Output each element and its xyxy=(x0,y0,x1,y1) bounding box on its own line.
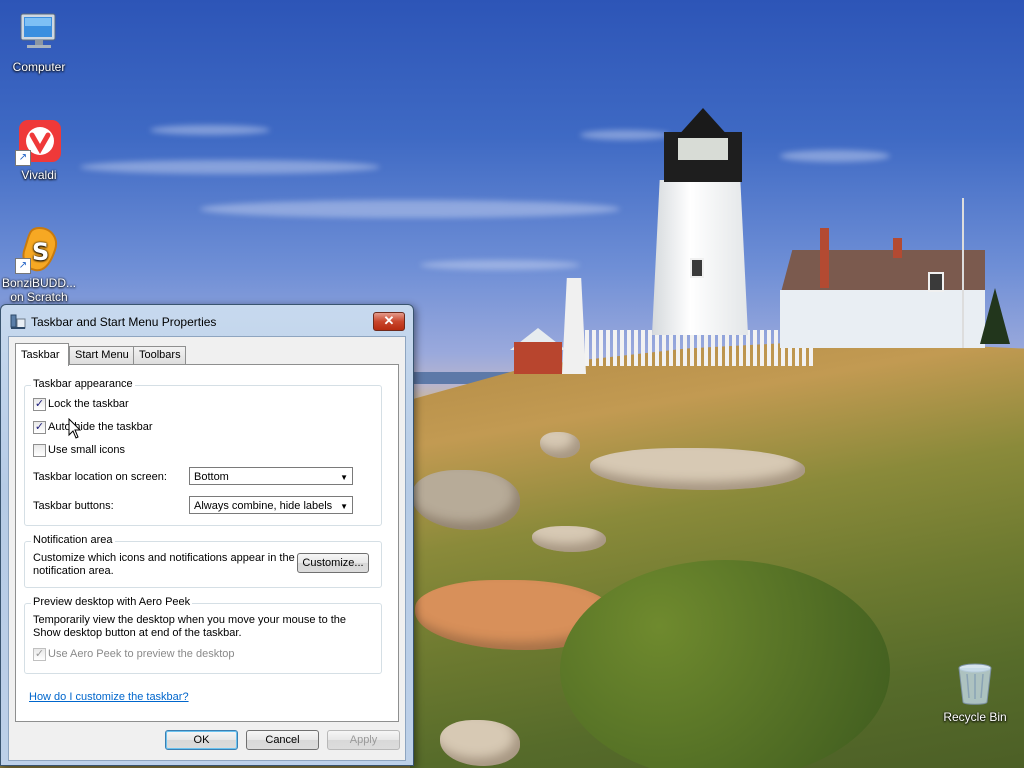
taskbar-properties-icon xyxy=(10,314,26,330)
red-shed xyxy=(514,342,562,374)
close-button[interactable]: ✕ xyxy=(373,312,405,331)
cloud xyxy=(150,125,270,135)
lock-taskbar-label: Lock the taskbar xyxy=(48,398,129,410)
dialog-client-area: Taskbar Start Menu Toolbars Taskbar appe… xyxy=(8,336,406,761)
taskbar-buttons-value: Always combine, hide labels xyxy=(194,500,333,512)
vivaldi-icon: ↗ xyxy=(15,118,63,166)
group-taskbar-appearance: Taskbar appearance ✓ Lock the taskbar ✓ … xyxy=(24,378,382,526)
group-title: Preview desktop with Aero Peek xyxy=(31,596,193,608)
help-link[interactable]: How do I customize the taskbar? xyxy=(29,691,189,703)
apply-button[interactable]: Apply xyxy=(327,730,400,750)
desktop-icon-label: Vivaldi xyxy=(21,168,57,182)
aero-peek-description: Temporarily view the desktop when you mo… xyxy=(33,614,347,626)
cloud xyxy=(200,200,620,218)
shortcut-arrow-icon: ↗ xyxy=(15,258,31,274)
ok-button[interactable]: OK xyxy=(165,730,238,750)
rock xyxy=(540,432,580,458)
cancel-button[interactable]: Cancel xyxy=(246,730,319,750)
svg-text:S: S xyxy=(32,238,49,266)
cloud xyxy=(780,150,890,162)
taskbar-buttons-select[interactable]: Always combine, hide labels ▼ xyxy=(189,496,353,514)
shortcut-arrow-icon: ↗ xyxy=(15,150,31,166)
desktop-icon-label: Computer xyxy=(12,60,66,74)
group-title: Taskbar appearance xyxy=(31,378,135,390)
tab-taskbar[interactable]: Taskbar xyxy=(15,343,69,366)
desktop-icon-bonzibuddy[interactable]: S ↗ BonziBUDD... on Scratch xyxy=(1,226,77,304)
checkmark-icon: ✓ xyxy=(34,648,45,660)
lighthouse-cap xyxy=(676,108,730,138)
auto-hide-label: Auto-hide the taskbar xyxy=(48,421,153,433)
customize-button[interactable]: Customize... xyxy=(297,553,369,573)
taskbar-properties-dialog: Taskbar and Start Menu Properties ✕ Task… xyxy=(0,304,414,766)
group-aero-peek: Preview desktop with Aero Peek Temporari… xyxy=(24,596,382,674)
aero-peek-label: Use Aero Peek to preview the desktop xyxy=(48,648,235,660)
dialog-title: Taskbar and Start Menu Properties xyxy=(31,315,217,329)
auto-hide-checkbox[interactable]: ✓ xyxy=(33,421,46,434)
scratch-icon: S ↗ xyxy=(15,226,63,274)
tab-toolbars[interactable]: Toolbars xyxy=(133,346,186,365)
location-label: Taskbar location on screen: xyxy=(33,471,167,483)
small-icons-label: Use small icons xyxy=(48,444,126,456)
dropdown-arrow-icon: ▼ xyxy=(340,502,348,511)
chimney xyxy=(820,228,829,288)
desktop-icon-label: BonziBUDD... xyxy=(1,276,77,290)
recycle-bin-icon xyxy=(951,660,999,708)
group-title: Notification area xyxy=(31,534,115,546)
keepers-house xyxy=(780,290,985,348)
notification-description: Customize which icons and notifications … xyxy=(33,552,295,564)
cloud xyxy=(420,260,580,270)
tab-start-menu[interactable]: Start Menu xyxy=(69,346,134,365)
desktop-icon-recycle-bin[interactable]: Recycle Bin xyxy=(937,660,1013,724)
cloud xyxy=(580,130,670,140)
aero-peek-checkbox[interactable]: ✓ xyxy=(33,648,46,661)
flower-bush xyxy=(560,560,890,768)
location-select[interactable]: Bottom ▼ xyxy=(189,467,353,485)
dropdown-arrow-icon: ▼ xyxy=(340,473,348,482)
cloud xyxy=(80,160,380,174)
taskbar-buttons-label: Taskbar buttons: xyxy=(33,500,114,512)
flag-pole xyxy=(962,198,964,348)
chimney xyxy=(893,238,902,258)
notification-description-2: notification area. xyxy=(33,565,114,577)
aero-peek-description-2: Show desktop button at end of the taskba… xyxy=(33,627,242,639)
dialog-titlebar[interactable]: Taskbar and Start Menu Properties ✕ xyxy=(1,305,413,337)
desktop-icon-label: Recycle Bin xyxy=(943,710,1007,724)
computer-icon xyxy=(15,10,63,58)
checkmark-icon: ✓ xyxy=(34,398,45,410)
group-notification-area: Notification area Customize which icons … xyxy=(24,534,382,588)
small-tower xyxy=(562,278,586,374)
lighthouse-window xyxy=(690,258,704,278)
location-value: Bottom xyxy=(194,471,229,483)
desktop-icon-label: on Scratch xyxy=(10,290,68,304)
small-icons-checkbox[interactable] xyxy=(33,444,46,457)
lock-taskbar-checkbox[interactable]: ✓ xyxy=(33,398,46,411)
desktop-icon-vivaldi[interactable]: ↗ Vivaldi xyxy=(1,118,77,182)
close-icon: ✕ xyxy=(383,313,395,328)
checkmark-icon: ✓ xyxy=(34,421,45,433)
lighthouse-glass xyxy=(678,136,728,160)
house-window xyxy=(928,272,944,292)
desktop-icon-computer[interactable]: Computer xyxy=(1,10,77,74)
